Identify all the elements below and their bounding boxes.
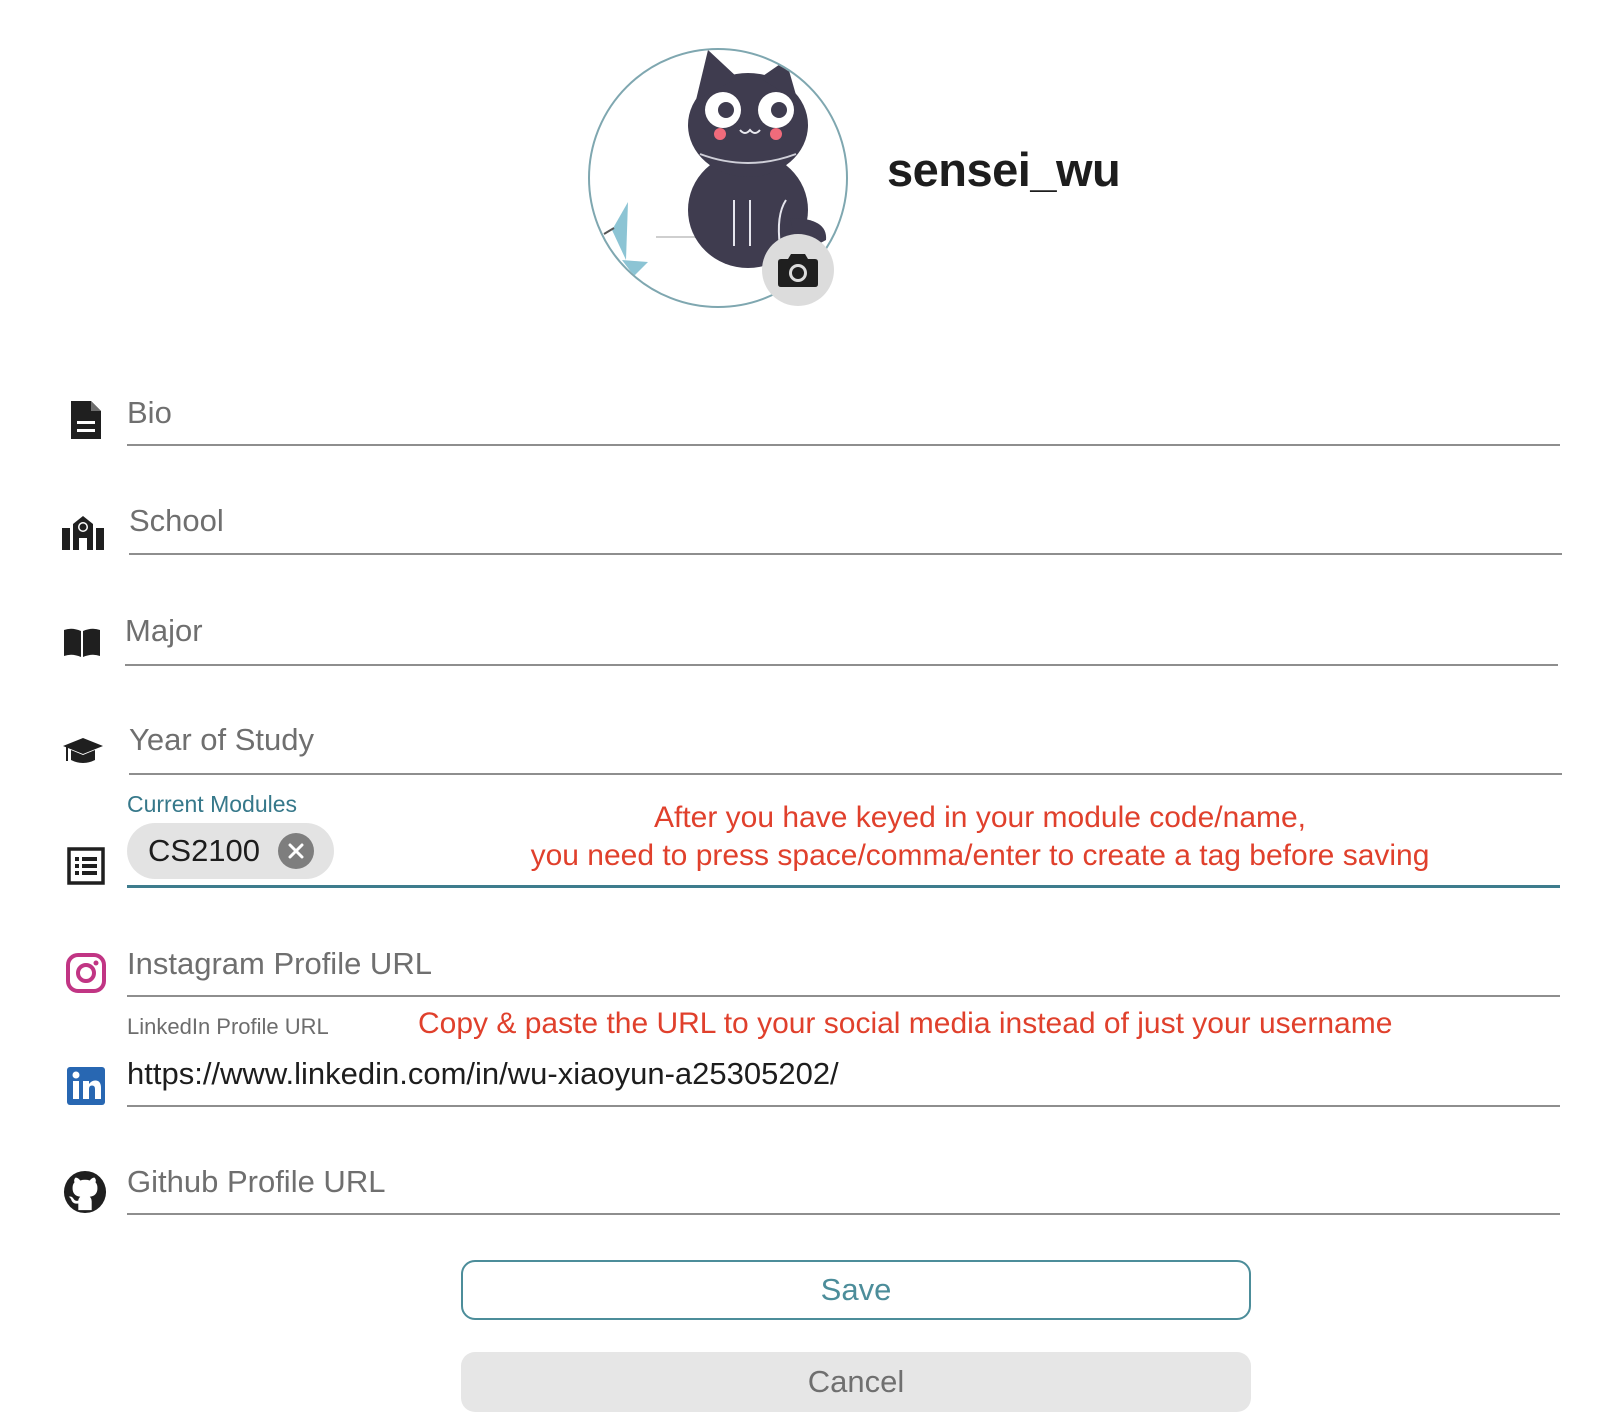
major-underline: [125, 664, 1558, 666]
save-button[interactable]: Save: [461, 1260, 1251, 1320]
close-icon: [288, 843, 304, 859]
school-icon: [61, 510, 105, 554]
linkedin-input[interactable]: https://www.linkedin.com/in/wu-xiaoyun-a…: [127, 1056, 839, 1092]
school-underline: [129, 553, 1562, 555]
remove-tag-button[interactable]: [278, 833, 315, 869]
instagram-underline: [127, 995, 1560, 997]
github-underline: [127, 1213, 1560, 1215]
modules-label: Current Modules: [127, 791, 298, 817]
modules-hint-line1: After you have keyed in your module code…: [653, 801, 1307, 834]
instagram-icon: [64, 951, 108, 995]
github-icon: [63, 1170, 107, 1214]
social-url-hint: Copy & paste the URL to your social medi…: [418, 1007, 1393, 1040]
linkedin-underline: [127, 1105, 1560, 1107]
major-input[interactable]: Major: [125, 613, 203, 649]
github-input[interactable]: Github Profile URL: [127, 1164, 385, 1200]
year-underline: [129, 773, 1562, 775]
change-photo-button[interactable]: [762, 234, 834, 306]
camera-icon: [778, 254, 818, 287]
cancel-button[interactable]: Cancel: [461, 1352, 1251, 1412]
module-tag-chip: CS2100: [127, 823, 334, 879]
modules-underline[interactable]: [127, 885, 1560, 888]
linkedin-label: LinkedIn Profile URL: [127, 1014, 329, 1039]
book-icon: [60, 620, 104, 664]
graduation-cap-icon: [61, 729, 105, 773]
bio-underline: [127, 444, 1560, 446]
instagram-input[interactable]: Instagram Profile URL: [127, 946, 432, 982]
list-icon: [64, 844, 108, 888]
modules-hint-line2: you need to press space/comma/enter to c…: [530, 839, 1430, 872]
school-input[interactable]: School: [129, 503, 224, 539]
module-tag-label: CS2100: [148, 833, 261, 868]
document-icon: [64, 398, 108, 442]
username: sensei_wu: [887, 143, 1121, 196]
linkedin-icon: [64, 1064, 108, 1108]
bio-input[interactable]: Bio: [127, 395, 172, 431]
year-of-study-input[interactable]: Year of Study: [129, 722, 314, 758]
